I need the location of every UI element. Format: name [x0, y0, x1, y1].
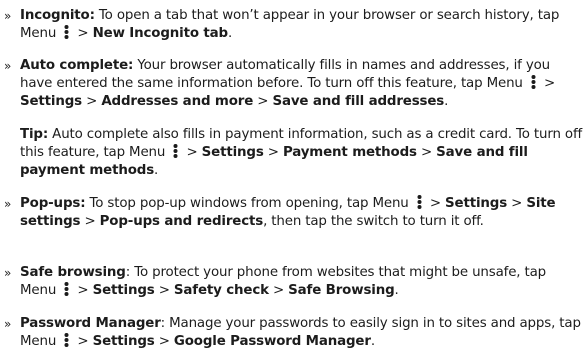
- menu-vertical-dots-icon: [64, 25, 69, 39]
- path-separator: >: [73, 334, 93, 349]
- list-item-incognito: » Incognito: To open a tab that won’t ap…: [0, 7, 587, 43]
- path-separator: >: [263, 145, 283, 160]
- menu-path-step: Pop-ups and redirects: [99, 214, 264, 229]
- path-separator: >: [82, 94, 102, 109]
- item-heading: Safe browsing: [20, 265, 126, 280]
- list-item-auto-complete: » Auto complete: Your browser automatica…: [0, 57, 587, 111]
- path-separator: >: [182, 145, 202, 160]
- path-separator: >: [539, 76, 556, 91]
- list-item-text: Pop-ups: To stop pop-up windows from ope…: [20, 195, 585, 231]
- list-item-text: Incognito: To open a tab that won’t appe…: [20, 7, 585, 43]
- path-separator: >: [425, 196, 446, 211]
- list-item-pop-ups: » Pop-ups: To stop pop-up windows from o…: [0, 195, 587, 231]
- list-item-text: Password Manager: Manage your passwords …: [20, 315, 585, 351]
- item-heading: Incognito:: [20, 8, 95, 23]
- instructions-page: » Incognito: To open a tab that won’t ap…: [0, 0, 587, 354]
- item-heading: Password Manager: [20, 316, 161, 331]
- menu-vertical-dots-icon: [173, 144, 178, 158]
- list-item-password-manager: » Password Manager: Manage your password…: [0, 315, 587, 351]
- bullet-chevron: »: [4, 59, 12, 73]
- path-separator: >: [507, 196, 527, 211]
- list-item-safe-browsing: » Safe browsing: To protect your phone f…: [0, 264, 587, 300]
- menu-vertical-dots-icon: [531, 75, 536, 89]
- tip-block: Tip: Auto complete also fills in payment…: [0, 126, 587, 180]
- bullet-chevron: »: [4, 266, 12, 280]
- list-item-text: Safe browsing: To protect your phone fro…: [20, 264, 585, 300]
- tip-text: Tip: Auto complete also fills in payment…: [20, 126, 585, 180]
- bullet-chevron: »: [4, 9, 12, 23]
- item-tail: .: [444, 94, 449, 109]
- path-separator: >: [80, 214, 100, 229]
- menu-path-step: Settings: [92, 334, 155, 349]
- item-tail: .: [228, 26, 233, 41]
- menu-path-step: Safe Browsing: [288, 283, 395, 298]
- item-body: To stop pop-up windows from opening, tap…: [85, 196, 413, 211]
- menu-path-step: Settings: [92, 283, 155, 298]
- menu-path-step: Payment methods: [282, 145, 417, 160]
- menu-path-step: Save and fill addresses: [272, 94, 445, 109]
- path-separator: >: [73, 26, 93, 41]
- item-tail: , then tap the switch to turn it off.: [263, 214, 484, 229]
- path-separator: >: [73, 283, 93, 298]
- tip-heading: Tip:: [20, 127, 49, 142]
- path-separator: >: [253, 94, 273, 109]
- menu-vertical-dots-icon: [64, 333, 69, 347]
- item-tail: .: [370, 334, 375, 349]
- item-tail: .: [394, 283, 399, 298]
- path-separator: >: [416, 145, 437, 160]
- list-item-text: Auto complete: Your browser automaticall…: [20, 57, 585, 111]
- menu-path-step: Settings: [201, 145, 264, 160]
- menu-path-step: Settings: [20, 94, 83, 109]
- menu-path-step: Settings: [445, 196, 508, 211]
- bullet-chevron: »: [4, 197, 12, 211]
- tip-tail: .: [154, 163, 159, 178]
- menu-path-step: Addresses and more: [101, 94, 254, 109]
- menu-path-step: Google Password Manager: [173, 334, 371, 349]
- path-separator: >: [268, 283, 289, 298]
- menu-path-step: New Incognito tab: [92, 26, 229, 41]
- path-separator: >: [154, 334, 174, 349]
- bullet-chevron: »: [4, 317, 12, 331]
- item-heading: Auto complete:: [20, 58, 134, 73]
- path-separator: >: [154, 283, 174, 298]
- item-heading: Pop-ups:: [20, 196, 86, 211]
- menu-vertical-dots-icon: [64, 282, 69, 296]
- menu-path-step: Safety check: [173, 283, 269, 298]
- menu-vertical-dots-icon: [417, 195, 422, 209]
